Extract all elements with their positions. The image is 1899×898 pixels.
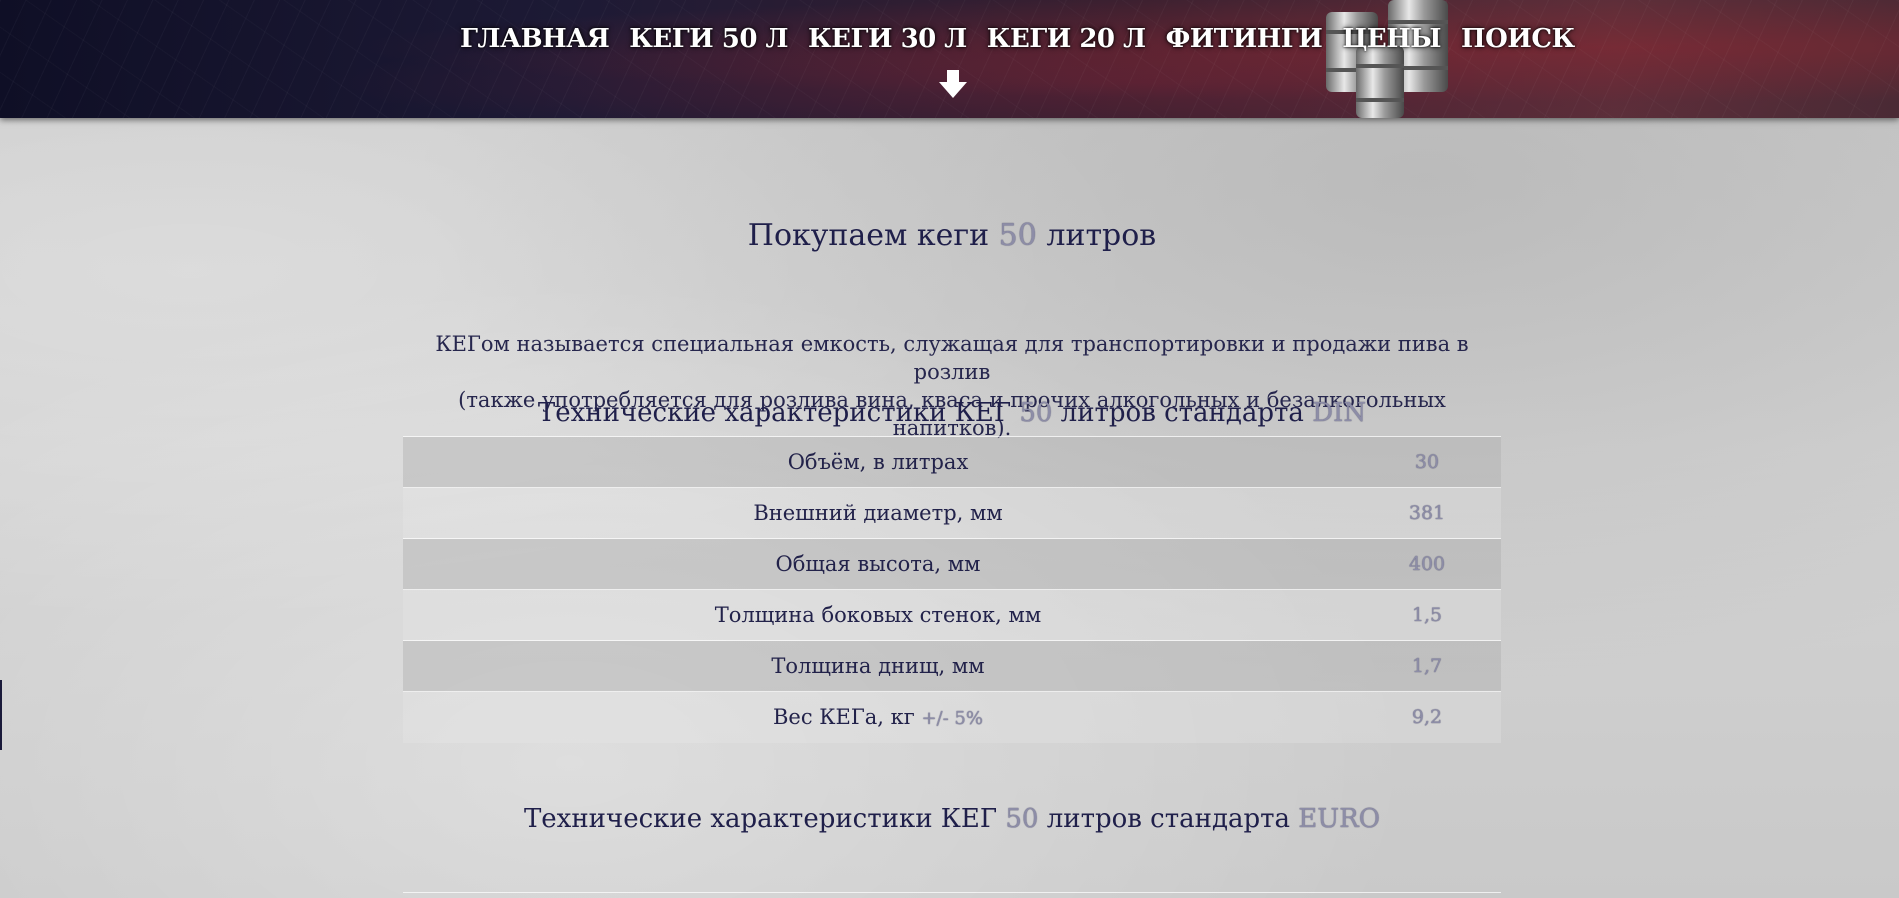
din-heading-middle: литров стандарта xyxy=(1052,398,1313,428)
nav-item-search[interactable]: ПОИСК xyxy=(1461,24,1575,64)
spec-value: 1,7 xyxy=(1411,655,1443,677)
nav-item-kegs-30[interactable]: КЕГИ 30 Л xyxy=(808,24,967,64)
spec-label: Толщина днищ, мм xyxy=(771,654,985,678)
spec-label: Объём, в литрах xyxy=(787,450,969,474)
page-title-suffix: литров xyxy=(1036,218,1157,253)
page-title-number: 50 xyxy=(998,218,1037,253)
nav-item-kegs-20[interactable]: КЕГИ 20 Л xyxy=(987,24,1146,64)
din-heading-text: Технические характеристики КЕГ xyxy=(537,398,1020,428)
site-header: ГЛАВНАЯ КЕГИ 50 Л КЕГИ 30 Л КЕГИ 20 Л ФИ… xyxy=(0,0,1899,118)
table-row: Толщина боковых стенок, мм 1,5 xyxy=(403,589,1501,641)
left-edge-bar xyxy=(0,680,2,750)
spec-label: Общая высота, мм xyxy=(775,552,981,576)
page-title: Покупаем кеги 50 литров xyxy=(403,218,1501,253)
nav-item-home[interactable]: ГЛАВНАЯ xyxy=(460,24,610,64)
spec-value: 9,2 xyxy=(1411,706,1443,729)
arrow-down-icon[interactable] xyxy=(937,68,969,100)
table-row: Вес КЕГа, кг +/- 5% 9,2 xyxy=(403,691,1501,743)
spec-tolerance-note: +/- 5% xyxy=(921,708,983,730)
nav-item-kegs-50[interactable]: КЕГИ 50 Л xyxy=(629,24,788,64)
spec-label: Толщина боковых стенок, мм xyxy=(714,603,1042,627)
spec-value: 400 xyxy=(1408,553,1446,575)
nav-item-fittings[interactable]: ФИТИНГИ xyxy=(1166,24,1323,64)
din-heading-number: 50 xyxy=(1019,398,1053,428)
spec-value: 1,5 xyxy=(1411,604,1443,626)
spec-value: 381 xyxy=(1408,502,1446,524)
page-title-text: Покупаем кеги xyxy=(747,218,999,253)
table-row: Объём, в литрах 30 xyxy=(403,436,1501,488)
main-nav: ГЛАВНАЯ КЕГИ 50 Л КЕГИ 30 Л КЕГИ 20 Л ФИ… xyxy=(460,24,1595,64)
table-row: Внешний диаметр, мм 381 xyxy=(403,487,1501,539)
table-row: Общая высота, мм 400 xyxy=(403,538,1501,590)
euro-specs-heading: Технические характеристики КЕГ 50 литров… xyxy=(403,804,1501,834)
euro-heading-middle: литров стандарта xyxy=(1038,804,1299,834)
din-specs-table: Объём, в литрах 30 Внешний диаметр, мм 3… xyxy=(403,436,1501,743)
intro-line-1: КЕГом называется специальная емкость, сл… xyxy=(435,332,1469,384)
euro-heading-text: Технические характеристики КЕГ xyxy=(523,804,1006,834)
spec-label: Вес КЕГа, кг +/- 5% xyxy=(403,692,1353,743)
din-heading-standard: DIN xyxy=(1312,398,1367,428)
euro-heading-standard: EURO xyxy=(1298,804,1381,834)
table-row: Толщина днищ, мм 1,7 xyxy=(403,640,1501,692)
spec-value: 30 xyxy=(1414,451,1440,473)
spec-label: Внешний диаметр, мм xyxy=(753,501,1003,525)
nav-item-prices[interactable]: ЦЕНЫ xyxy=(1342,24,1441,64)
spec-label-text: Вес КЕГа, кг xyxy=(773,705,915,730)
din-specs-heading: Технические характеристики КЕГ 50 литров… xyxy=(403,398,1501,428)
euro-heading-number: 50 xyxy=(1005,804,1039,834)
table-top-divider xyxy=(403,892,1501,893)
